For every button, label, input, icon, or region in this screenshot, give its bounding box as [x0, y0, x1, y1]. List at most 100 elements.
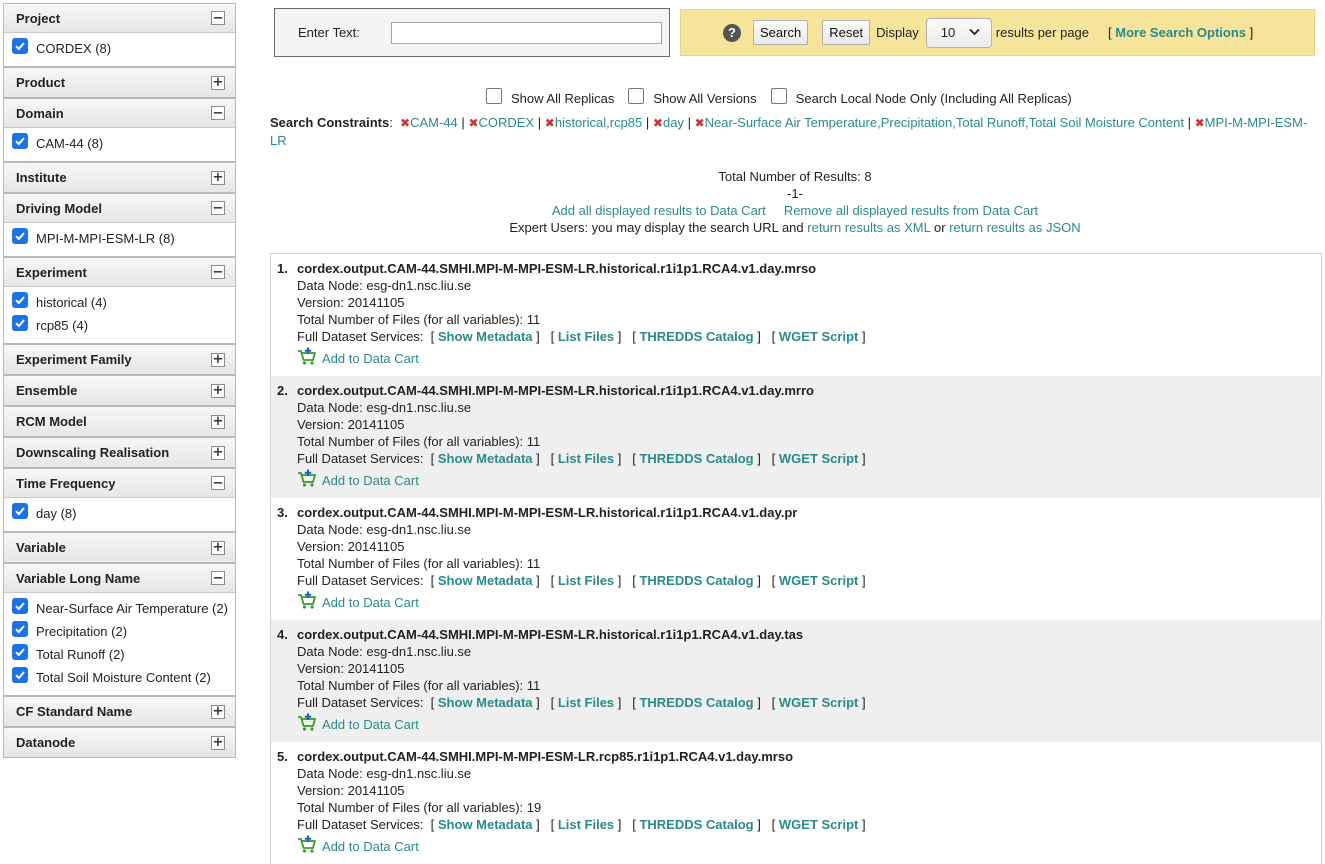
- show-all-replicas-option[interactable]: Show All Replicas: [486, 87, 614, 106]
- thredds-catalog-link[interactable]: THREDDS Catalog: [639, 695, 753, 710]
- checked-checkbox-icon[interactable]: [12, 598, 28, 614]
- show-metadata-link[interactable]: Show Metadata: [438, 451, 533, 466]
- expand-icon[interactable]: +: [211, 383, 225, 398]
- facet-header-rcm-model[interactable]: RCM Model +: [4, 407, 235, 436]
- add-to-cart[interactable]: Add to Data Cart: [297, 347, 1321, 370]
- wget-script-link[interactable]: WGET Script: [779, 451, 858, 466]
- facet-header-product[interactable]: Product +: [4, 68, 235, 97]
- facet-header-ensemble[interactable]: Ensemble +: [4, 376, 235, 405]
- wget-script-link[interactable]: WGET Script: [779, 695, 858, 710]
- facet-value-item[interactable]: Total Runoff (2): [10, 644, 231, 668]
- add-to-cart-icon[interactable]: [297, 469, 322, 492]
- constraint-link[interactable]: CAM-44: [410, 115, 458, 130]
- list-files-link[interactable]: List Files: [558, 329, 614, 344]
- facet-header-project[interactable]: Project −: [4, 4, 235, 33]
- facet-value-item[interactable]: CAM-44 (8): [10, 133, 231, 157]
- facet-header-variable[interactable]: Variable +: [4, 533, 235, 562]
- facet-value-item[interactable]: Total Soil Moisture Content (2): [10, 667, 231, 691]
- facet-value-item[interactable]: rcp85 (4): [10, 315, 231, 339]
- show-metadata-link[interactable]: Show Metadata: [438, 817, 533, 832]
- checked-checkbox-icon[interactable]: [12, 315, 28, 331]
- list-files-link[interactable]: List Files: [558, 573, 614, 588]
- facet-header-experiment[interactable]: Experiment −: [4, 258, 235, 287]
- remove-x-icon[interactable]: ✖: [695, 116, 705, 130]
- collapse-icon[interactable]: −: [211, 571, 225, 585]
- add-to-cart-icon[interactable]: [297, 835, 322, 858]
- add-to-cart-icon[interactable]: [297, 713, 322, 736]
- expand-icon[interactable]: +: [211, 704, 225, 719]
- show-metadata-link[interactable]: Show Metadata: [438, 573, 533, 588]
- show-metadata-link[interactable]: Show Metadata: [438, 329, 533, 344]
- checked-checkbox-icon[interactable]: [12, 503, 28, 519]
- facet-header-experiment-family[interactable]: Experiment Family +: [4, 345, 235, 374]
- add-to-cart-link[interactable]: Add to Data Cart: [322, 838, 419, 855]
- collapse-icon[interactable]: −: [211, 11, 225, 25]
- list-files-link[interactable]: List Files: [558, 451, 614, 466]
- collapse-icon[interactable]: −: [211, 106, 225, 120]
- add-to-cart[interactable]: Add to Data Cart: [297, 835, 1321, 858]
- search-local-node-option[interactable]: Search Local Node Only (Including All Re…: [770, 87, 1072, 106]
- checked-checkbox-icon[interactable]: [12, 133, 28, 149]
- expand-icon[interactable]: +: [211, 414, 225, 429]
- show-all-versions-checkbox[interactable]: [628, 87, 645, 104]
- list-files-link[interactable]: List Files: [558, 695, 614, 710]
- facet-value-item[interactable]: historical (4): [10, 292, 231, 316]
- collapse-icon[interactable]: −: [211, 476, 225, 490]
- add-to-cart[interactable]: Add to Data Cart: [297, 713, 1321, 736]
- thredds-catalog-link[interactable]: THREDDS Catalog: [639, 451, 753, 466]
- remove-x-icon[interactable]: ✖: [653, 116, 663, 130]
- add-to-cart-link[interactable]: Add to Data Cart: [322, 594, 419, 611]
- facet-value-item[interactable]: Near-Surface Air Temperature (2): [10, 598, 231, 622]
- checked-checkbox-icon[interactable]: [12, 667, 28, 683]
- constraint-link[interactable]: day: [663, 115, 684, 130]
- thredds-catalog-link[interactable]: THREDDS Catalog: [639, 573, 753, 588]
- reset-button[interactable]: Reset: [822, 20, 871, 45]
- expand-icon[interactable]: +: [211, 540, 225, 555]
- checked-checkbox-icon[interactable]: [12, 38, 28, 54]
- show-all-replicas-checkbox[interactable]: [486, 87, 502, 104]
- more-search-options-link[interactable]: More Search Options: [1115, 25, 1246, 40]
- remove-x-icon[interactable]: ✖: [400, 116, 410, 130]
- facet-value-item[interactable]: CORDEX (8): [10, 38, 231, 62]
- results-per-page-select[interactable]: 10: [925, 17, 992, 48]
- checked-checkbox-icon[interactable]: [12, 228, 28, 244]
- show-metadata-link[interactable]: Show Metadata: [438, 695, 533, 710]
- show-all-versions-option[interactable]: Show All Versions: [628, 87, 757, 106]
- expand-icon[interactable]: +: [211, 352, 225, 367]
- add-to-cart[interactable]: Add to Data Cart: [297, 469, 1321, 492]
- checked-checkbox-icon[interactable]: [12, 644, 28, 660]
- help-icon[interactable]: ?: [723, 23, 741, 42]
- facet-header-datanode[interactable]: Datanode +: [4, 728, 235, 757]
- wget-script-link[interactable]: WGET Script: [779, 573, 858, 588]
- add-to-cart-link[interactable]: Add to Data Cart: [322, 472, 419, 489]
- remove-x-icon[interactable]: ✖: [468, 116, 478, 130]
- remove-x-icon[interactable]: ✖: [1195, 116, 1205, 130]
- checked-checkbox-icon[interactable]: [12, 292, 28, 308]
- checked-checkbox-icon[interactable]: [12, 621, 28, 637]
- search-input[interactable]: [391, 21, 662, 44]
- facet-header-time-frequency[interactable]: Time Frequency −: [4, 469, 235, 498]
- expand-icon[interactable]: +: [211, 735, 225, 750]
- collapse-icon[interactable]: −: [211, 201, 225, 215]
- return-json-link[interactable]: return results as JSON: [949, 220, 1081, 235]
- facet-header-domain[interactable]: Domain −: [4, 99, 235, 128]
- add-to-cart-link[interactable]: Add to Data Cart: [322, 716, 419, 733]
- list-files-link[interactable]: List Files: [558, 817, 614, 832]
- thredds-catalog-link[interactable]: THREDDS Catalog: [639, 817, 753, 832]
- wget-script-link[interactable]: WGET Script: [779, 817, 858, 832]
- expand-icon[interactable]: +: [211, 170, 225, 185]
- add-all-to-cart-link[interactable]: Add all displayed results to Data Cart: [552, 203, 766, 218]
- facet-value-item[interactable]: Precipitation (2): [10, 621, 231, 645]
- add-to-cart-icon[interactable]: [297, 347, 322, 370]
- expand-icon[interactable]: +: [211, 75, 225, 90]
- constraint-link[interactable]: CORDEX: [479, 115, 535, 130]
- facet-header-downscaling-realisation[interactable]: Downscaling Realisation +: [4, 438, 235, 467]
- thredds-catalog-link[interactable]: THREDDS Catalog: [639, 329, 753, 344]
- add-to-cart-link[interactable]: Add to Data Cart: [322, 350, 419, 367]
- wget-script-link[interactable]: WGET Script: [779, 329, 858, 344]
- remove-x-icon[interactable]: ✖: [545, 116, 555, 130]
- facet-header-variable-long-name[interactable]: Variable Long Name −: [4, 564, 235, 593]
- return-xml-link[interactable]: return results as XML: [807, 220, 930, 235]
- facet-value-item[interactable]: day (8): [10, 503, 231, 527]
- add-to-cart[interactable]: Add to Data Cart: [297, 591, 1321, 614]
